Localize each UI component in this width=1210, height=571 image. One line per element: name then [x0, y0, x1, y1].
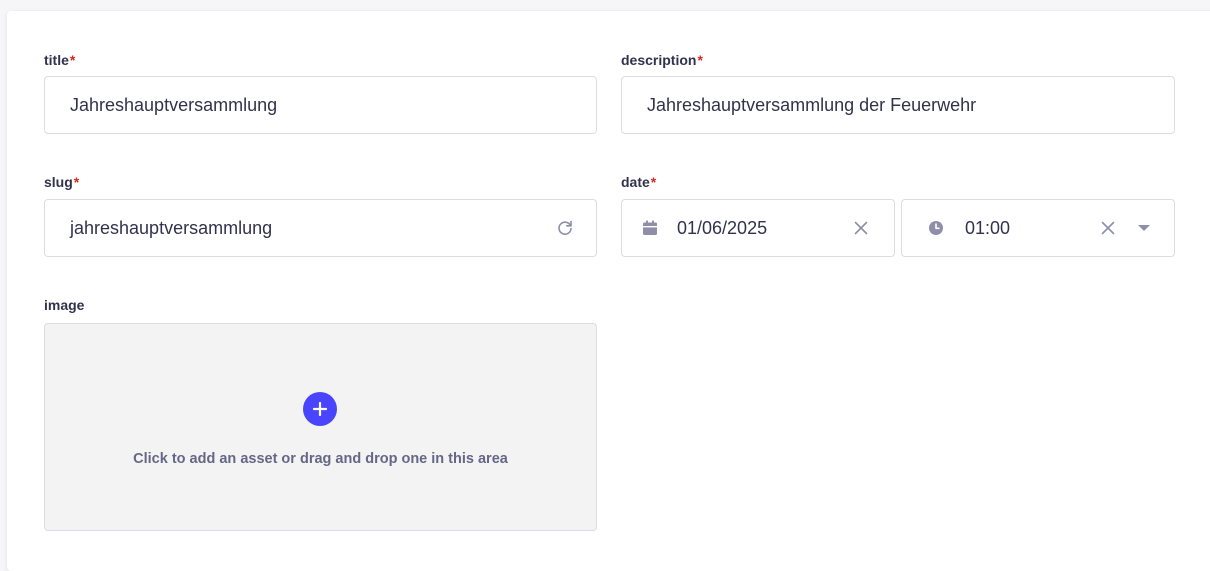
description-label-text: description	[621, 52, 697, 68]
date-picker-input[interactable]: 01/06/2025	[621, 199, 895, 257]
slug-label: slug*	[44, 174, 79, 190]
date-label-text: date	[621, 174, 650, 190]
slug-required-mark: *	[73, 174, 80, 190]
slug-input[interactable]: jahreshauptversammlung	[44, 199, 597, 257]
description-input-value: Jahreshauptversammlung der Feuerwehr	[647, 94, 977, 115]
edit-form-panel: title* Jahreshauptversammlung descriptio…	[7, 11, 1210, 571]
calendar-icon	[642, 220, 658, 236]
clear-time-icon[interactable]	[1095, 215, 1121, 241]
title-required-mark: *	[69, 52, 76, 68]
image-label: image	[44, 297, 84, 313]
image-dropzone[interactable]: Click to add an asset or drag and drop o…	[44, 323, 597, 531]
time-picker-input[interactable]: 01:00	[901, 199, 1175, 257]
plus-icon	[312, 401, 328, 417]
title-label-text: title	[44, 52, 69, 68]
description-label: description*	[621, 52, 703, 68]
time-value: 01:00	[965, 217, 1011, 238]
dropzone-instructions: Click to add an asset or drag and drop o…	[133, 451, 508, 467]
date-value: 01/06/2025	[677, 217, 768, 238]
description-input[interactable]: Jahreshauptversammlung der Feuerwehr	[621, 76, 1175, 134]
caret-down-icon[interactable]	[1131, 215, 1157, 241]
date-label: date*	[621, 174, 656, 190]
description-required-mark: *	[697, 52, 703, 68]
date-required-mark: *	[650, 174, 657, 190]
title-label: title*	[44, 52, 75, 68]
clear-date-icon[interactable]	[848, 215, 874, 241]
title-input[interactable]: Jahreshauptversammlung	[44, 76, 597, 134]
title-input-value: Jahreshauptversammlung	[70, 94, 278, 115]
refresh-icon[interactable]	[552, 215, 578, 241]
add-asset-button[interactable]	[303, 392, 337, 426]
image-label-text: image	[44, 297, 85, 313]
slug-label-text: slug	[44, 174, 73, 190]
slug-input-value: jahreshauptversammlung	[70, 217, 273, 238]
clock-icon	[928, 220, 944, 236]
